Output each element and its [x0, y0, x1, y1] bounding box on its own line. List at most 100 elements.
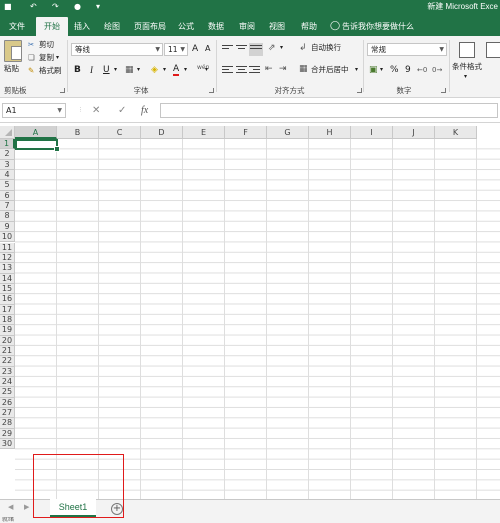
customize-icon[interactable]: ▾	[96, 2, 100, 12]
select-all-button[interactable]	[0, 126, 15, 139]
undo-icon[interactable]: ↶	[30, 2, 37, 12]
column-header-f[interactable]: F	[225, 126, 267, 139]
align-bottom-icon[interactable]	[249, 43, 263, 56]
format-painter-button[interactable]: 格式刷	[39, 66, 62, 76]
row-header-18[interactable]: 18	[0, 314, 15, 326]
merge-center-button[interactable]: 合并后居中	[311, 65, 349, 75]
font-color-icon[interactable]: A	[173, 64, 180, 76]
shrink-font-button[interactable]: A	[205, 44, 210, 54]
row-header-20[interactable]: 20	[0, 335, 15, 346]
tab-formulas[interactable]: 公式	[174, 17, 198, 36]
row-header-13[interactable]: 13	[0, 263, 15, 274]
tab-page-layout[interactable]: 页面布局	[130, 17, 170, 36]
comma-button[interactable]: 9	[405, 65, 411, 75]
row-header-2[interactable]: 2	[0, 149, 15, 160]
underline-dropdown-icon[interactable]: ▾	[114, 65, 117, 75]
column-header-b[interactable]: B	[57, 126, 99, 139]
font-launcher-icon[interactable]	[209, 88, 214, 93]
orientation-dropdown-icon[interactable]: ▾	[280, 43, 283, 53]
row-header-11[interactable]: 11	[0, 242, 15, 253]
font-name-select[interactable]: 等线 ▼	[71, 43, 163, 56]
number-launcher-icon[interactable]	[441, 88, 446, 93]
row-header-14[interactable]: 14	[0, 273, 15, 284]
column-header-g[interactable]: G	[267, 126, 309, 139]
tab-insert[interactable]: 插入	[70, 17, 94, 36]
tab-home[interactable]: 开始	[36, 17, 68, 36]
redo-icon[interactable]: ↷	[52, 2, 59, 12]
enter-icon[interactable]: ✓	[118, 104, 126, 117]
conditional-formatting-button[interactable]: 条件格式	[452, 62, 482, 72]
copy-dropdown-icon[interactable]: ▾	[56, 53, 59, 63]
font-color-dropdown-icon[interactable]: ▾	[184, 65, 187, 75]
row-header-3[interactable]: 3	[0, 159, 15, 171]
row-header-17[interactable]: 17	[0, 304, 15, 315]
column-header-a[interactable]: A	[15, 126, 57, 139]
row-header-21[interactable]: 21	[0, 346, 15, 357]
tab-view[interactable]: 视图	[265, 17, 289, 36]
row-header-12[interactable]: 12	[0, 252, 15, 264]
tab-help[interactable]: 帮助	[297, 17, 321, 36]
font-size-select[interactable]: 11 ▼	[164, 43, 188, 56]
column-header-i[interactable]: I	[351, 126, 393, 139]
merge-dropdown-icon[interactable]: ▾	[355, 65, 358, 75]
align-center-icon[interactable]	[236, 66, 247, 75]
column-header-e[interactable]: E	[183, 126, 225, 139]
tab-draw[interactable]: 绘图	[100, 17, 124, 36]
column-header-k[interactable]: K	[435, 126, 477, 139]
align-right-icon[interactable]	[249, 66, 260, 75]
bold-button[interactable]: B	[74, 65, 81, 75]
paste-icon[interactable]	[4, 40, 22, 62]
name-box[interactable]: A1 ▼	[2, 103, 66, 118]
active-cell-a1[interactable]	[15, 139, 60, 152]
row-header-25[interactable]: 25	[0, 387, 15, 398]
row-header-4[interactable]: 4	[0, 170, 15, 181]
worksheet-grid[interactable]: ABCDEFGHIJK 1 2 3 4 5 6 7 8 9 10 11 12 13 14 15 16 17 18 1…	[0, 126, 500, 499]
percent-button[interactable]: %	[390, 65, 399, 75]
tab-review[interactable]: 审阅	[235, 17, 259, 36]
phonetic-dropdown-icon[interactable]: ▾	[205, 65, 208, 75]
underline-button[interactable]: U	[103, 65, 110, 75]
italic-button[interactable]: I	[90, 65, 93, 75]
wrap-text-button[interactable]: 自动换行	[311, 43, 341, 53]
conditional-dropdown-icon[interactable]: ▾	[464, 72, 467, 82]
column-header-j[interactable]: J	[393, 126, 435, 139]
conditional-formatting-icon[interactable]	[459, 42, 475, 58]
column-header-d[interactable]: D	[141, 126, 183, 139]
align-top-icon[interactable]	[222, 45, 233, 54]
row-header-24[interactable]: 24	[0, 377, 15, 388]
border-dropdown-icon[interactable]: ▾	[137, 65, 140, 75]
number-format-select[interactable]: 常规 ▼	[367, 43, 447, 56]
row-header-16[interactable]: 16	[0, 294, 15, 305]
copy-button[interactable]: 复制	[39, 53, 54, 63]
row-header-15[interactable]: 15	[0, 283, 15, 295]
scroll-right-icon[interactable]: ▶	[24, 503, 29, 511]
touch-mode-icon[interactable]: ●	[74, 2, 81, 12]
decrease-decimal-icon[interactable]: 0→	[432, 65, 442, 75]
orientation-icon[interactable]: ⇗	[268, 43, 276, 53]
align-left-icon[interactable]	[222, 66, 233, 75]
cut-button[interactable]: 剪切	[39, 40, 54, 50]
formula-input[interactable]	[160, 103, 498, 118]
tab-file[interactable]: 文件	[2, 17, 32, 36]
grow-font-button[interactable]: A	[192, 44, 198, 54]
scroll-left-icon[interactable]: ◀	[8, 503, 13, 511]
row-header-22[interactable]: 22	[0, 356, 15, 367]
border-icon[interactable]: ▦	[125, 65, 134, 75]
currency-icon[interactable]: ▣	[369, 65, 378, 75]
decrease-indent-icon[interactable]: ⇤	[265, 64, 273, 74]
row-header-19[interactable]: 19	[0, 325, 15, 336]
save-icon[interactable]: ■	[4, 2, 12, 12]
row-header-1[interactable]: 1	[0, 139, 15, 150]
increase-indent-icon[interactable]: ⇥	[279, 64, 287, 74]
column-header-c[interactable]: C	[99, 126, 141, 139]
align-middle-icon[interactable]	[236, 45, 247, 54]
fill-dropdown-icon[interactable]: ▾	[163, 65, 166, 75]
row-header-8[interactable]: 8	[0, 211, 15, 222]
row-header-5[interactable]: 5	[0, 180, 15, 191]
row-header-26[interactable]: 26	[0, 397, 15, 409]
row-header-27[interactable]: 27	[0, 408, 15, 419]
row-header-29[interactable]: 29	[0, 428, 15, 440]
row-header-10[interactable]: 10	[0, 232, 15, 243]
row-header-7[interactable]: 7	[0, 201, 15, 212]
tell-me-search[interactable]: 告诉我你想要做什么	[342, 17, 422, 36]
